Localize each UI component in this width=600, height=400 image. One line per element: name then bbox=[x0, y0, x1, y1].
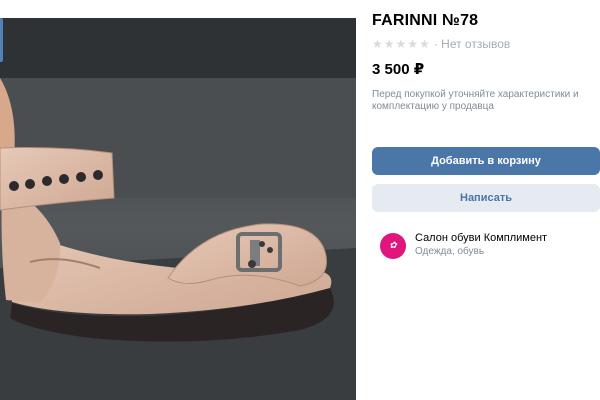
message-seller-button[interactable]: Написать bbox=[372, 184, 600, 212]
reviews-count[interactable]: · Нет отзывов bbox=[434, 37, 510, 51]
seller-card[interactable]: ✿ Салон обуви Комплимент Одежда, обувь bbox=[380, 232, 547, 259]
star-icon: ★ bbox=[383, 37, 395, 51]
star-icon: ★ bbox=[372, 37, 383, 51]
product-photo[interactable] bbox=[0, 18, 356, 400]
star-icon: ★ bbox=[395, 37, 407, 51]
photo-focus-indicator bbox=[0, 18, 3, 62]
purchase-note: Перед покупкой уточняйте характеристики … bbox=[372, 89, 579, 112]
product-title: FARINNI №78 bbox=[372, 12, 479, 29]
seller-name[interactable]: Салон обуви Комплимент bbox=[415, 232, 547, 245]
seller-category: Одежда, обувь bbox=[415, 246, 485, 257]
seller-avatar[interactable]: ✿ bbox=[380, 233, 406, 259]
star-icon: ★ bbox=[419, 37, 430, 51]
add-to-cart-button[interactable]: Добавить в корзину bbox=[372, 147, 600, 175]
rating-stars: ★ ★ ★ ★ ★ bbox=[372, 38, 430, 50]
star-icon: ★ bbox=[407, 37, 419, 51]
product-price: 3 500 ₽ bbox=[372, 61, 425, 78]
rating-row: ★ ★ ★ ★ ★ · Нет отзывов bbox=[372, 37, 510, 51]
